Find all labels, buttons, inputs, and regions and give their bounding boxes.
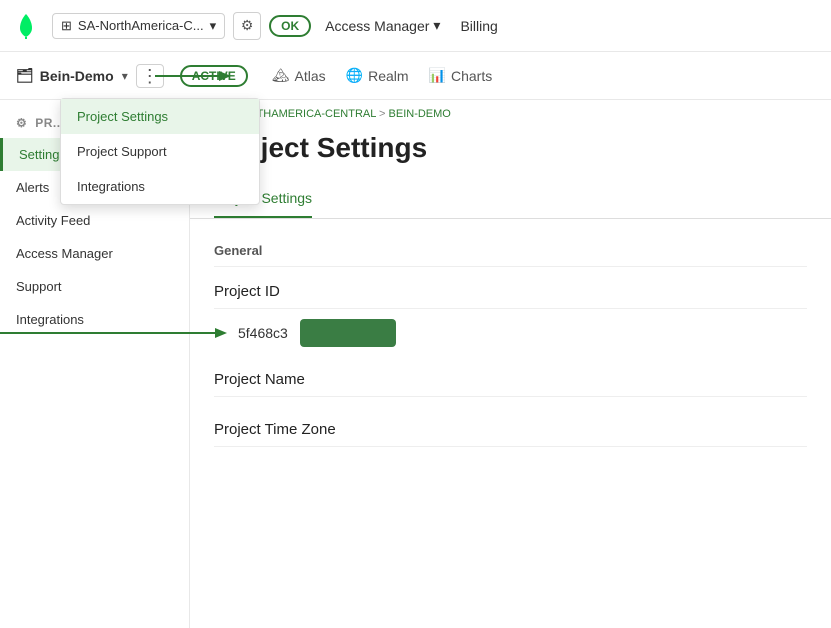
charts-icon: 📊 xyxy=(429,67,446,84)
sidebar-item-alerts-label: Alerts xyxy=(16,180,49,195)
access-manager-label: Access Manager xyxy=(325,18,429,34)
sidebar-item-activity-feed[interactable]: Activity Feed xyxy=(0,204,189,237)
sidebar-item-support-label: Support xyxy=(16,279,62,294)
cluster-caret-icon xyxy=(210,18,217,34)
copy-project-id-button[interactable] xyxy=(300,319,396,347)
top-nav: ⊞ SA-NorthAmerica-C... ⚙ OK Access Manag… xyxy=(0,0,831,52)
project-nav-tabs: 🏔 Atlas 🌐 Realm 📊 Charts xyxy=(272,63,492,88)
atlas-icon: 🏔 xyxy=(272,67,290,84)
charts-tab[interactable]: 📊 Charts xyxy=(429,63,493,88)
field-project-id-row: 5f468c3 xyxy=(214,319,807,347)
sidebar-item-support[interactable]: Support xyxy=(0,270,189,303)
dropdown-item-project-settings[interactable]: Project Settings xyxy=(61,99,259,134)
realm-tab-label: Realm xyxy=(368,68,408,84)
annotation-arrow-top xyxy=(155,60,235,92)
content-tabs: Project Settings xyxy=(190,180,831,219)
dropdown-item-project-support[interactable]: Project Support xyxy=(61,134,259,169)
sidebar-item-settings-label: Settings xyxy=(19,147,66,162)
project-dropdown-menu: Project Settings Project Support Integra… xyxy=(60,98,260,205)
gear-icon: ⚙ xyxy=(241,17,254,34)
gear-sidebar-icon: ⚙ xyxy=(16,116,27,130)
mongodb-logo xyxy=(12,12,40,40)
atlas-tab-label: Atlas xyxy=(295,68,326,84)
page-title: Project Settings xyxy=(214,132,807,164)
status-ok-badge[interactable]: OK xyxy=(269,15,311,37)
project-selector[interactable]: 🗂 Bein-Demo xyxy=(16,67,114,84)
field-project-id-label: Project ID xyxy=(214,283,807,309)
project-id-value: 5f468c3 xyxy=(238,325,288,341)
settings-button[interactable]: ⚙ xyxy=(233,12,261,40)
realm-icon: 🌐 xyxy=(346,67,363,84)
breadcrumb: SA-NORTHAMERICA-CENTRAL > BEIN-DEMO xyxy=(190,100,831,128)
field-project-name: Project Name xyxy=(214,371,807,397)
breadcrumb-project[interactable]: BEIN-DEMO xyxy=(389,108,451,120)
access-manager-caret xyxy=(433,17,440,34)
cluster-grid-icon: ⊞ xyxy=(61,18,72,34)
project-bar: 🗂 Bein-Demo ▾ ⋮ ACTIVE 🏔 Atlas 🌐 Realm 📊… xyxy=(0,52,831,100)
annotation-arrow-mid xyxy=(190,319,230,347)
project-caret-icon[interactable]: ▾ xyxy=(122,69,128,83)
field-project-timezone: Project Time Zone xyxy=(214,421,807,447)
folder-icon: 🗂 xyxy=(16,67,34,84)
charts-tab-label: Charts xyxy=(451,68,492,84)
access-manager-nav[interactable]: Access Manager xyxy=(319,13,446,38)
content-header: Project Settings xyxy=(190,128,831,180)
section-general-label: General xyxy=(214,243,807,267)
field-project-id: Project ID 5f468c3 xyxy=(214,283,807,347)
sidebar-item-access-manager-label: Access Manager xyxy=(16,246,113,261)
project-name-label: Bein-Demo xyxy=(40,68,114,84)
field-project-timezone-label: Project Time Zone xyxy=(214,421,807,447)
billing-nav[interactable]: Billing xyxy=(454,14,503,38)
billing-label: Billing xyxy=(460,18,497,34)
dropdown-item-integrations[interactable]: Integrations xyxy=(61,169,259,204)
sidebar-item-activity-feed-label: Activity Feed xyxy=(16,213,90,228)
cluster-selector[interactable]: ⊞ SA-NorthAmerica-C... xyxy=(52,13,225,39)
content-body: General Project ID 5f468c3 Project Name xyxy=(190,243,831,447)
content-area: SA-NORTHAMERICA-CENTRAL > BEIN-DEMO Proj… xyxy=(190,100,831,628)
field-project-name-label: Project Name xyxy=(214,371,807,397)
sidebar-item-access-manager[interactable]: Access Manager xyxy=(0,237,189,270)
cluster-name-label: SA-NorthAmerica-C... xyxy=(78,18,204,33)
realm-tab[interactable]: 🌐 Realm xyxy=(346,63,409,88)
breadcrumb-separator: > xyxy=(379,108,388,120)
atlas-tab[interactable]: 🏔 Atlas xyxy=(272,63,326,88)
